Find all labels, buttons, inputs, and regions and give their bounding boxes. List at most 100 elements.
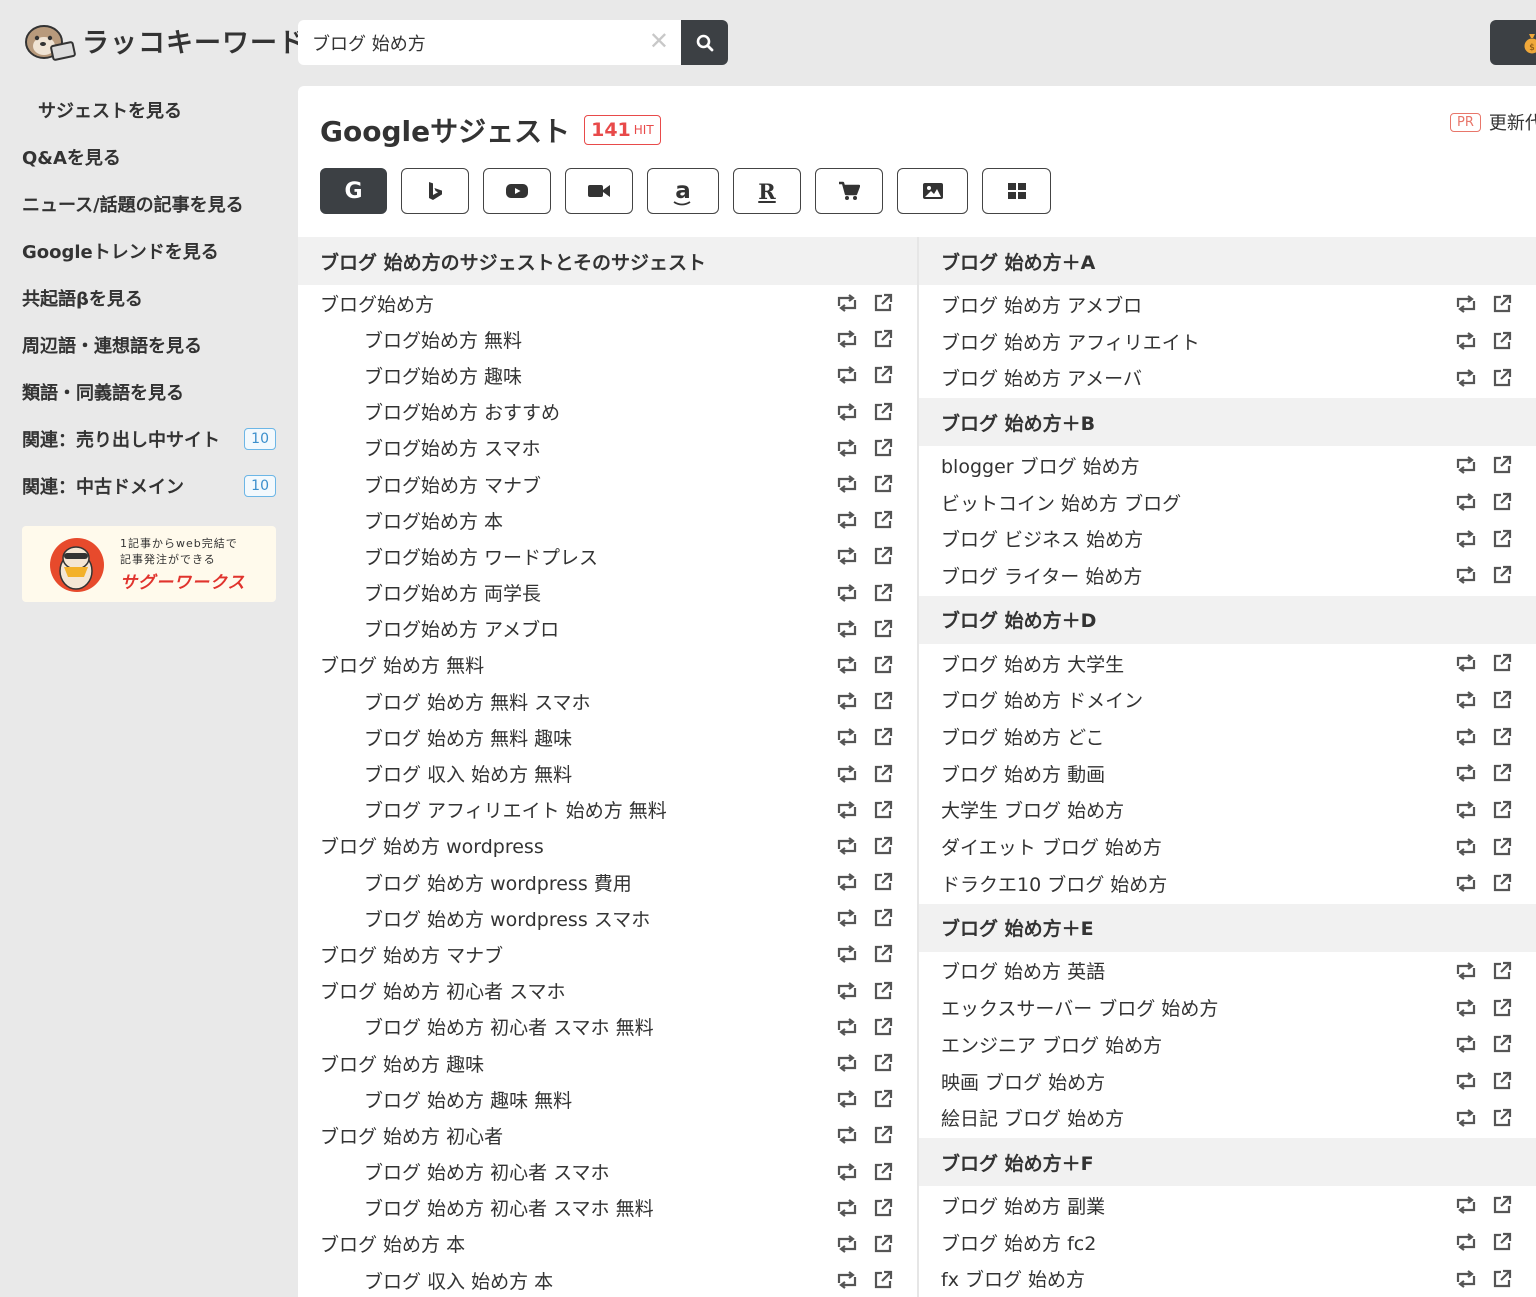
external-link-icon[interactable] [1490,563,1514,587]
retweet-icon[interactable] [1454,366,1478,390]
search-input[interactable] [310,31,669,54]
suggest-keyword[interactable]: ブログ 始め方 マナブ [320,941,503,968]
suggest-keyword[interactable]: ブログ 始め方 初心者 スマホ [320,977,566,1004]
retweet-icon[interactable] [1454,651,1478,675]
retweet-icon[interactable] [835,762,859,786]
suggest-keyword[interactable]: ブログ 収入 始め方 本 [364,1267,553,1294]
external-link-icon[interactable] [1490,329,1514,353]
suggest-keyword[interactable]: ブログ ビジネス 始め方 [941,525,1143,552]
external-link-icon[interactable] [1490,366,1514,390]
suggest-keyword[interactable]: ブログ 始め方 無料 スマホ [364,688,591,715]
tab-bing[interactable] [401,168,469,214]
retweet-icon[interactable] [835,436,859,460]
external-link-icon[interactable] [1490,527,1514,551]
suggest-keyword[interactable]: ブログ始め方 両学長 [364,579,541,606]
tab-video[interactable] [565,168,633,214]
logo[interactable]: ラッコキーワード [22,18,306,62]
external-link-icon[interactable] [1490,1106,1514,1130]
retweet-icon[interactable] [835,472,859,496]
retweet-icon[interactable] [835,544,859,568]
external-link-icon[interactable] [1490,959,1514,983]
external-link-icon[interactable] [871,762,895,786]
suggest-keyword[interactable]: ブログ 始め方 初心者 スマホ [364,1158,610,1185]
search-button[interactable] [681,20,728,65]
tab-apps[interactable] [982,168,1051,214]
retweet-icon[interactable] [1454,1106,1478,1130]
external-link-icon[interactable] [871,544,895,568]
retweet-icon[interactable] [1454,490,1478,514]
retweet-icon[interactable] [835,834,859,858]
external-link-icon[interactable] [871,1087,895,1111]
external-link-icon[interactable] [871,581,895,605]
retweet-icon[interactable] [1454,329,1478,353]
retweet-icon[interactable] [1454,1230,1478,1254]
external-link-icon[interactable] [871,291,895,315]
external-link-icon[interactable] [871,363,895,387]
suggest-keyword[interactable]: ダイエット ブログ 始め方 [941,833,1162,860]
retweet-icon[interactable] [1454,292,1478,316]
retweet-icon[interactable] [835,581,859,605]
suggest-keyword[interactable]: ブログ 始め方 初心者 [320,1122,503,1149]
suggest-keyword[interactable]: ブログ 始め方 趣味 無料 [364,1086,572,1113]
suggest-keyword[interactable]: ブログ アフィリエイト 始め方 無料 [364,796,667,823]
suggest-keyword[interactable]: ブログ 始め方 大学生 [941,650,1124,677]
suggest-keyword[interactable]: ビットコイン 始め方 ブログ [941,489,1181,516]
suggest-keyword[interactable]: ブログ 始め方 アメブロ [941,291,1142,318]
suggest-keyword[interactable]: ブログ 始め方 どこ [941,723,1105,750]
retweet-icon[interactable] [1454,1267,1478,1291]
suggest-keyword[interactable]: ブログ ライター 始め方 [941,562,1142,589]
external-link-icon[interactable] [871,979,895,1003]
external-link-icon[interactable] [1490,453,1514,477]
sidebar-item-used-domains[interactable]: 関連：中古ドメイン 10 [22,462,278,509]
retweet-icon[interactable] [835,870,859,894]
external-link-icon[interactable] [1490,688,1514,712]
retweet-icon[interactable] [835,798,859,822]
external-link-icon[interactable] [871,436,895,460]
retweet-icon[interactable] [835,400,859,424]
suggest-keyword[interactable]: ブログ 始め方 無料 [320,651,484,678]
suggest-keyword[interactable]: ブログ 始め方 wordpress [320,832,544,859]
retweet-icon[interactable] [835,327,859,351]
suggest-keyword[interactable]: ブログ始め方 おすすめ [364,398,560,425]
tab-rakuten[interactable]: R [733,168,801,214]
retweet-icon[interactable] [1454,761,1478,785]
suggest-keyword[interactable]: ブログ 始め方 初心者 スマホ 無料 [364,1194,654,1221]
sidebar-item-news[interactable]: ニュース/話題の記事を見る [22,180,278,227]
suggest-keyword[interactable]: ブログ 始め方 副業 [941,1192,1105,1219]
pr-area[interactable]: PR 更新代 [1450,109,1536,135]
external-link-icon[interactable] [1490,651,1514,675]
retweet-icon[interactable] [1454,527,1478,551]
external-link-icon[interactable] [1490,1267,1514,1291]
external-link-icon[interactable] [871,1232,895,1256]
credit-button[interactable]: $ [1490,20,1536,65]
retweet-icon[interactable] [835,1232,859,1256]
sidebar-item-qa[interactable]: Q&Aを見る [22,133,278,180]
external-link-icon[interactable] [871,725,895,749]
suggest-keyword[interactable]: ブログ始め方 無料 [364,326,522,353]
suggest-keyword[interactable]: 絵日記 ブログ 始め方 [941,1104,1124,1131]
sidebar-item-related-words[interactable]: 周辺語・連想語を見る [22,321,278,368]
suggest-keyword[interactable]: エックスサーバー ブログ 始め方 [941,994,1218,1021]
tab-amazon[interactable]: a [647,168,719,214]
external-link-icon[interactable] [871,1015,895,1039]
suggest-keyword[interactable]: ブログ 始め方 wordpress スマホ [364,905,650,932]
sidebar-item-sites-for-sale[interactable]: 関連：売り出し中サイト 10 [22,415,278,462]
suggest-keyword[interactable]: ブログ始め方 スマホ [364,434,540,461]
external-link-icon[interactable] [871,617,895,641]
suggest-keyword[interactable]: ブログ 始め方 本 [320,1230,465,1257]
suggest-keyword[interactable]: ブログ 始め方 wordpress 費用 [364,869,632,896]
suggest-keyword[interactable]: ブログ 始め方 動画 [941,760,1105,787]
retweet-icon[interactable] [835,979,859,1003]
external-link-icon[interactable] [871,834,895,858]
suggest-keyword[interactable]: ブログ 始め方 ドメイン [941,686,1143,713]
retweet-icon[interactable] [835,942,859,966]
retweet-icon[interactable] [1454,1193,1478,1217]
retweet-icon[interactable] [835,906,859,930]
suggest-keyword[interactable]: ブログ始め方 アメブロ [364,615,559,642]
suggest-keyword[interactable]: ブログ 始め方 趣味 [320,1050,484,1077]
retweet-icon[interactable] [1454,1032,1478,1056]
external-link-icon[interactable] [871,327,895,351]
external-link-icon[interactable] [1490,725,1514,749]
retweet-icon[interactable] [835,689,859,713]
suggest-keyword[interactable]: blogger ブログ 始め方 [941,452,1140,479]
